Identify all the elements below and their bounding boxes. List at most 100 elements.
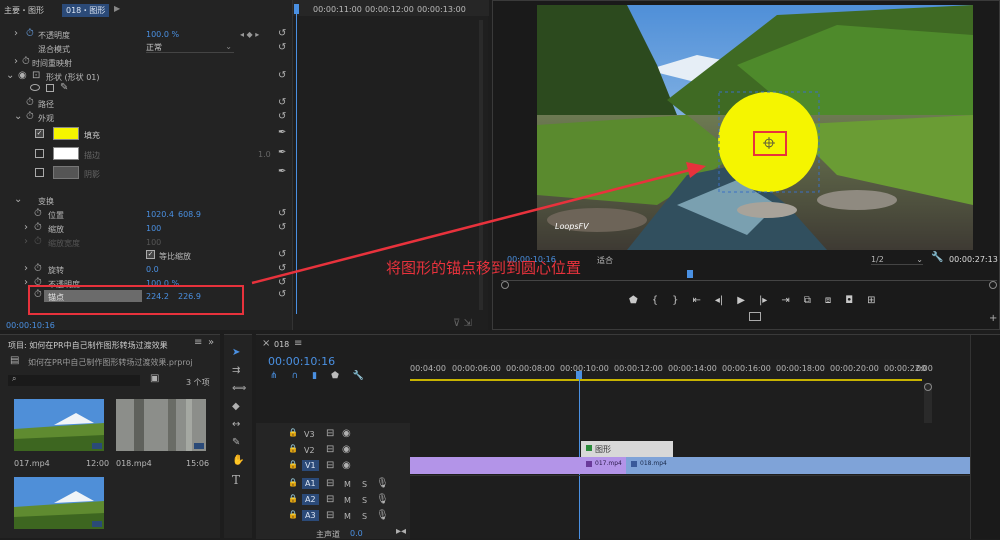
settings-icon[interactable]: 🔧	[353, 371, 364, 381]
zoom-handle-right[interactable]	[989, 281, 997, 289]
opacity-value[interactable]: 100.0 %	[146, 30, 179, 39]
track-label-v2[interactable]: V2	[304, 446, 315, 455]
effect-controls-path[interactable]: 主要・图形	[4, 5, 44, 16]
sync-lock-icon[interactable]: ⊟	[326, 478, 334, 489]
add-marker-icon[interactable]: ▮	[312, 371, 317, 381]
solo-icon[interactable]: S	[362, 512, 367, 521]
go-to-in-icon[interactable]: ⇤	[692, 295, 700, 306]
eye-icon[interactable]: ◉	[342, 444, 351, 455]
lock-icon[interactable]: 🔒	[288, 428, 298, 437]
track-label-a2[interactable]: A2	[302, 494, 319, 505]
add-button-icon[interactable]: +	[989, 313, 997, 324]
pen-tool-icon[interactable]: ✎	[232, 437, 240, 448]
reset-icon[interactable]: ↺	[278, 277, 286, 288]
scale-value[interactable]: 100	[146, 224, 161, 233]
eye-icon[interactable]: ◉	[342, 460, 351, 471]
stopwatch-icon[interactable]: ⏱	[34, 222, 42, 233]
reset-icon[interactable]: ↺	[278, 289, 286, 300]
new-bin-icon[interactable]: ▣	[150, 373, 159, 384]
lock-icon[interactable]: 🔒	[288, 510, 298, 519]
sync-lock-icon[interactable]: ⊟	[326, 460, 334, 471]
safe-margins-icon[interactable]	[749, 312, 761, 321]
snap-icon[interactable]: ⋔	[270, 371, 278, 381]
slip-tool-icon[interactable]: ↔	[232, 419, 240, 430]
chevron-right-icon[interactable]: ›	[14, 56, 18, 67]
menu-icon[interactable]: ≡	[194, 337, 202, 348]
lock-icon[interactable]: 🔒	[288, 478, 298, 487]
reset-icon[interactable]: ↺	[278, 97, 286, 108]
rotation-value[interactable]: 0.0	[146, 265, 159, 274]
stopwatch-icon[interactable]: ⏱	[26, 97, 34, 108]
shadow-checkbox[interactable]	[35, 168, 44, 177]
lock-icon[interactable]: 🔒	[288, 460, 298, 469]
mark-in-icon[interactable]: {	[652, 295, 658, 306]
chevron-down-icon[interactable]: ⌄	[6, 70, 14, 81]
sync-lock-icon[interactable]: ⊟	[326, 510, 334, 521]
position-y-value[interactable]: 608.9	[178, 210, 201, 219]
sync-lock-icon[interactable]: ⊟	[326, 494, 334, 505]
thumbnail-017[interactable]	[14, 399, 104, 451]
keyframe-nav-icon[interactable]: ◂ ◆ ▸	[240, 30, 259, 39]
chevron-right-icon[interactable]: ›	[24, 236, 28, 247]
lock-icon[interactable]: 🔒	[288, 444, 298, 453]
uniform-scale-checkbox[interactable]: ✓	[146, 250, 155, 259]
reset-icon[interactable]: ↺	[278, 70, 286, 81]
solo-icon[interactable]: S	[362, 480, 367, 489]
sync-lock-icon[interactable]: ⊟	[326, 428, 334, 439]
stopwatch-icon[interactable]: ⏱	[26, 111, 34, 122]
wrench-icon[interactable]: 🔧	[931, 252, 943, 263]
chevron-down-icon[interactable]: ›	[14, 28, 18, 39]
lift-icon[interactable]: ⧉	[804, 295, 811, 306]
track-label-a1[interactable]: A1	[302, 478, 319, 489]
pen-icon[interactable]: ✎	[60, 82, 68, 93]
fill-checkbox[interactable]: ✓	[35, 129, 44, 138]
timeline-timecode[interactable]: 00:00:10:16	[268, 355, 335, 368]
track-label-v1[interactable]: V1	[302, 460, 319, 471]
sequence-tab[interactable]: 018	[274, 340, 289, 349]
expand-icon[interactable]: »	[208, 337, 214, 348]
playhead-handle[interactable]	[294, 4, 299, 14]
stroke-color-swatch[interactable]	[53, 147, 79, 160]
ripple-edit-tool-icon[interactable]: ⟺	[232, 383, 246, 394]
microphone-icon[interactable]: 🎙	[376, 478, 389, 489]
mute-icon[interactable]: M	[344, 496, 351, 505]
resolution-select[interactable]: 1/2 ⌄	[871, 255, 923, 265]
reset-icon[interactable]: ↺	[278, 208, 286, 219]
item-name[interactable]: 017.mp4	[14, 459, 50, 468]
eye-icon[interactable]: ◉	[18, 70, 27, 81]
marker-icon[interactable]: ⬟	[331, 371, 339, 381]
extract-icon[interactable]: ⧈	[825, 295, 831, 306]
zoom-handle[interactable]	[924, 383, 932, 391]
stroke-width-value[interactable]: 1.0	[258, 150, 271, 159]
menu-icon[interactable]: ≡	[294, 338, 302, 349]
ellipse-mask-icon[interactable]	[30, 84, 40, 91]
expand-icon[interactable]: ▶	[114, 4, 120, 13]
stopwatch-icon[interactable]: ⏱	[26, 28, 34, 39]
stopwatch-icon[interactable]: ⏱	[34, 208, 42, 219]
track-label-a3[interactable]: A3	[302, 510, 319, 521]
clip-018[interactable]: 018.mp4	[626, 457, 970, 474]
solo-icon[interactable]: S	[362, 496, 367, 505]
reset-icon[interactable]: ↺	[278, 263, 286, 274]
project-search-input[interactable]: ⌕	[8, 374, 140, 386]
close-icon[interactable]: ×	[262, 338, 270, 349]
stopwatch-icon[interactable]: ⏱	[34, 236, 42, 247]
scale-width-value[interactable]: 100	[146, 238, 161, 247]
video-frame[interactable]: LoopsFV	[537, 5, 973, 250]
eyedropper-icon[interactable]: ✒	[278, 127, 286, 138]
comparison-icon[interactable]: ⊞	[867, 295, 875, 306]
clip-017-left[interactable]	[410, 457, 582, 474]
reset-icon[interactable]: ↺	[278, 42, 286, 53]
thumbnail-sequence[interactable]	[14, 477, 104, 529]
eye-icon[interactable]: ◉	[342, 428, 351, 439]
timeline-playhead[interactable]	[576, 371, 582, 379]
project-title[interactable]: 项目: 如何在PR中自己制作图形转场过渡效果	[8, 340, 190, 351]
filter-icon[interactable]: ⊽ ⇲	[453, 318, 472, 329]
type-tool-icon[interactable]: T	[232, 473, 240, 487]
chevron-right-icon[interactable]: ›	[24, 222, 28, 233]
chevron-right-icon[interactable]: ›	[24, 263, 28, 274]
camera-icon[interactable]: ◘	[845, 295, 853, 306]
stroke-checkbox[interactable]	[35, 149, 44, 158]
reset-icon[interactable]: ↺	[278, 111, 286, 122]
step-forward-icon[interactable]: |▸	[759, 295, 767, 306]
